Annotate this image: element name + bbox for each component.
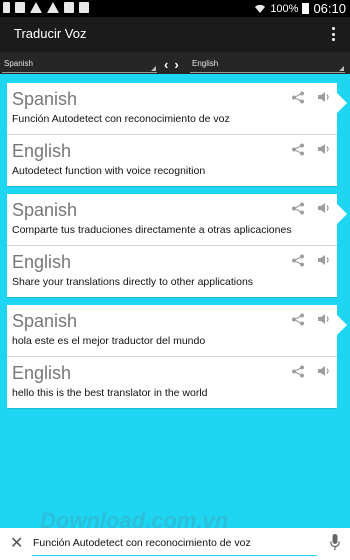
target-language-select[interactable]: English [190,55,345,73]
source-text[interactable]: Función Autodetect con reconocimiento de… [12,113,230,125]
speaker-icon[interactable] [317,91,331,103]
input-bar: ✕ Función Autodetect con reconocimiento … [0,528,350,560]
speaker-icon[interactable] [317,254,331,266]
wifi-icon [255,4,266,13]
translation-card: Spanish Función Autodetect con reconocim… [7,83,347,186]
source-section: Spanish Comparte tus traduciones directa… [7,194,337,245]
status-bar: 100% 06:10 [0,0,350,17]
notification-icons [3,2,89,13]
overflow-menu-icon[interactable] [332,27,336,41]
target-section: English Share your translations directly… [7,245,337,297]
gallery-icon [15,2,25,13]
share-icon[interactable] [291,365,305,378]
box-icon [64,2,74,13]
dropdown-arrow-icon [339,66,344,71]
translation-card: Spanish Comparte tus traduciones directa… [7,194,347,297]
dropdown-arrow-icon [151,66,156,71]
speaker-icon[interactable] [317,365,331,377]
source-section: Spanish Función Autodetect con reconocim… [7,83,337,134]
alert-icon [30,2,42,13]
source-language-select[interactable]: Spanish [2,55,157,73]
target-text[interactable]: Autodetect function with voice recogniti… [12,165,205,177]
system-icons: 100% 06:10 [254,1,346,16]
share-icon[interactable] [291,254,305,267]
source-language-name: Spanish [12,200,78,220]
target-language-name: English [12,141,72,161]
text-input-value: Función Autodetect con reconocimiento de… [33,537,251,549]
alert-icon [47,2,59,13]
speaker-icon[interactable] [317,313,331,325]
speaker-icon[interactable] [317,202,331,214]
share-icon[interactable] [291,202,305,215]
target-text[interactable]: Share your translations directly to othe… [12,276,253,288]
source-language-label: Spanish [4,59,33,68]
target-section: English Autodetect function with voice r… [7,134,337,186]
target-language-label: English [192,59,219,68]
source-section: Spanish hola este es el mejor traductor … [7,305,337,356]
share-icon[interactable] [291,91,305,104]
target-text[interactable]: hello this is the best translator in the… [12,387,208,399]
target-language-name: English [12,252,72,272]
source-language-name: Spanish [12,311,78,331]
translation-card: Spanish hola este es el mejor traductor … [7,305,347,408]
microphone-icon[interactable] [330,534,340,551]
target-section: English hello this is the best translato… [7,356,337,408]
usb-icon [3,2,10,13]
app-title: Traducir Voz [14,26,87,41]
source-text[interactable]: hola este es el mejor traductor del mund… [12,335,205,347]
source-language-name: Spanish [12,89,78,109]
battery-icon [302,3,310,14]
share-icon[interactable] [291,313,305,326]
swap-arrows-icon[interactable]: ‹› [164,57,185,72]
download-icon [79,2,89,13]
text-input[interactable]: Función Autodetect con reconocimiento de… [32,533,317,556]
clock: 06:10 [313,1,346,16]
app-bar: Traducir Voz [0,17,350,52]
source-text[interactable]: Comparte tus traduciones directamente a … [12,224,292,236]
target-language-name: English [12,363,72,383]
close-icon[interactable]: ✕ [10,536,23,552]
speaker-icon[interactable] [317,143,331,155]
share-icon[interactable] [291,143,305,156]
battery-percentage: 100% [270,2,299,15]
